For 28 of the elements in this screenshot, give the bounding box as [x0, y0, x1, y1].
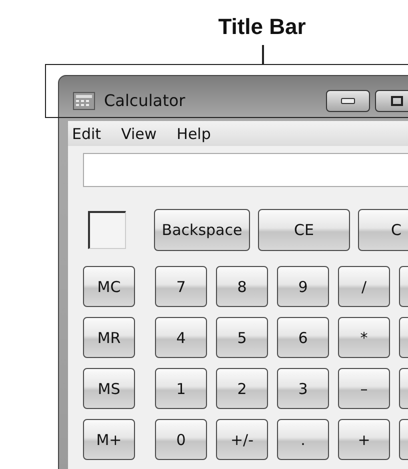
key-button[interactable]: Backspace — [154, 209, 250, 251]
memory-button[interactable]: M+ — [83, 419, 135, 460]
key-button[interactable]: +/- — [216, 419, 268, 460]
key-button[interactable]: 6 — [277, 317, 329, 358]
window-title: Calculator — [104, 91, 186, 110]
key-button[interactable]: C — [358, 209, 408, 251]
key-button[interactable]: / — [338, 266, 390, 307]
key-button[interactable]: 2 — [216, 368, 268, 409]
memory-button[interactable]: MR — [83, 317, 135, 358]
callout-label: Title Bar — [217, 14, 307, 40]
key-button[interactable]: – — [338, 368, 390, 409]
menu-item[interactable]: Help — [176, 124, 211, 142]
key-button[interactable]: 3 — [277, 368, 329, 409]
key-button[interactable]: 5 — [216, 317, 268, 358]
key-button[interactable]: 8 — [216, 266, 268, 307]
memory-button[interactable]: MC — [83, 266, 135, 307]
key-button[interactable]: . — [277, 419, 329, 460]
menu-item[interactable]: Edit — [72, 124, 102, 142]
key-button[interactable]: * — [338, 317, 390, 358]
key-button[interactable]: 0 — [155, 419, 207, 460]
key-button[interactable]: + — [338, 419, 390, 460]
key-button[interactable]: 7 — [155, 266, 207, 307]
key-button[interactable]: 1 — [155, 368, 207, 409]
key-button[interactable]: 4 — [155, 317, 207, 358]
menu-item[interactable]: View — [121, 124, 157, 142]
memory-button[interactable]: MS — [83, 368, 135, 409]
key-button[interactable]: 9 — [277, 266, 329, 307]
key-button[interactable]: CE — [258, 209, 350, 251]
